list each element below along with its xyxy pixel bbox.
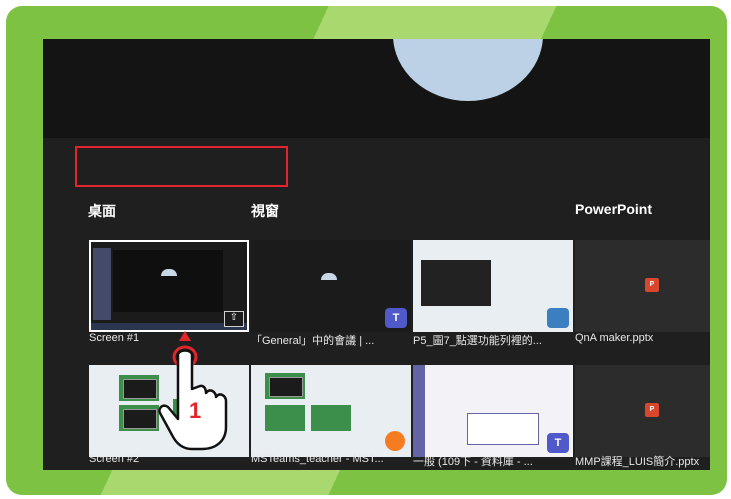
thumb-sidebar xyxy=(93,248,111,320)
thumb-dialog xyxy=(467,413,539,445)
powerpoint-icon: P xyxy=(645,403,659,417)
section-desktop: 桌面 xyxy=(88,203,116,219)
thumb-slide xyxy=(311,405,351,431)
share-screen-panel: 桌面 視窗 PowerPoint ⇧ Screen #1 T 「General」… xyxy=(43,39,710,470)
tile-screen-1[interactable]: ⇧ xyxy=(89,240,249,332)
tile-caption: MMP課程_LUIS簡介.pptx xyxy=(575,456,700,468)
tile-caption: QnA maker.pptx xyxy=(575,332,654,344)
thumb-slide-inner xyxy=(123,409,157,429)
firefox-icon xyxy=(385,431,405,451)
section-powerpoint: PowerPoint xyxy=(575,201,653,217)
tile-teams-general[interactable]: T xyxy=(413,365,573,457)
thumb-avatar xyxy=(321,273,337,280)
arrow-up-icon xyxy=(179,331,191,341)
teams-icon: T xyxy=(385,308,407,328)
meeting-stage xyxy=(43,39,710,138)
thumb-slide xyxy=(265,405,305,431)
tile-caption: MSTeams_teacher - MST... xyxy=(251,453,384,465)
hand-pointer-icon xyxy=(158,331,228,451)
tile-teams-meeting[interactable]: T xyxy=(251,240,411,332)
tile-paint[interactable] xyxy=(413,240,573,332)
thumb-window xyxy=(421,260,491,306)
highlight-box xyxy=(75,146,288,187)
thumb-avatar xyxy=(161,269,177,276)
teams-icon: T xyxy=(547,433,569,453)
green-frame: 桌面 視窗 PowerPoint ⇧ Screen #1 T 「General」… xyxy=(6,6,727,495)
participant-avatar xyxy=(393,39,543,101)
paint-icon xyxy=(547,308,569,328)
powerpoint-icon: P xyxy=(645,278,659,292)
tile-caption: 一般 (109下 - 資料庫 - ... xyxy=(413,456,533,468)
thumb-sidebar xyxy=(413,365,425,457)
thumb-slide-inner xyxy=(269,377,303,397)
tile-caption: P5_圖7_點選功能列裡的... xyxy=(413,335,542,347)
thumb-window xyxy=(113,250,223,312)
tile-ppt-luis[interactable]: P xyxy=(575,365,710,457)
tile-caption: 「General」中的會議 | ... xyxy=(251,335,375,347)
step-number: 1 xyxy=(189,398,202,423)
share-screen-icon: ⇧ xyxy=(224,311,244,327)
thumb-slide-inner xyxy=(123,379,157,399)
tile-ppt-qna[interactable]: P xyxy=(575,240,710,332)
tile-msteams-teacher[interactable] xyxy=(251,365,411,457)
section-window: 視窗 xyxy=(251,203,279,219)
tile-caption: Screen #2 xyxy=(89,453,140,465)
